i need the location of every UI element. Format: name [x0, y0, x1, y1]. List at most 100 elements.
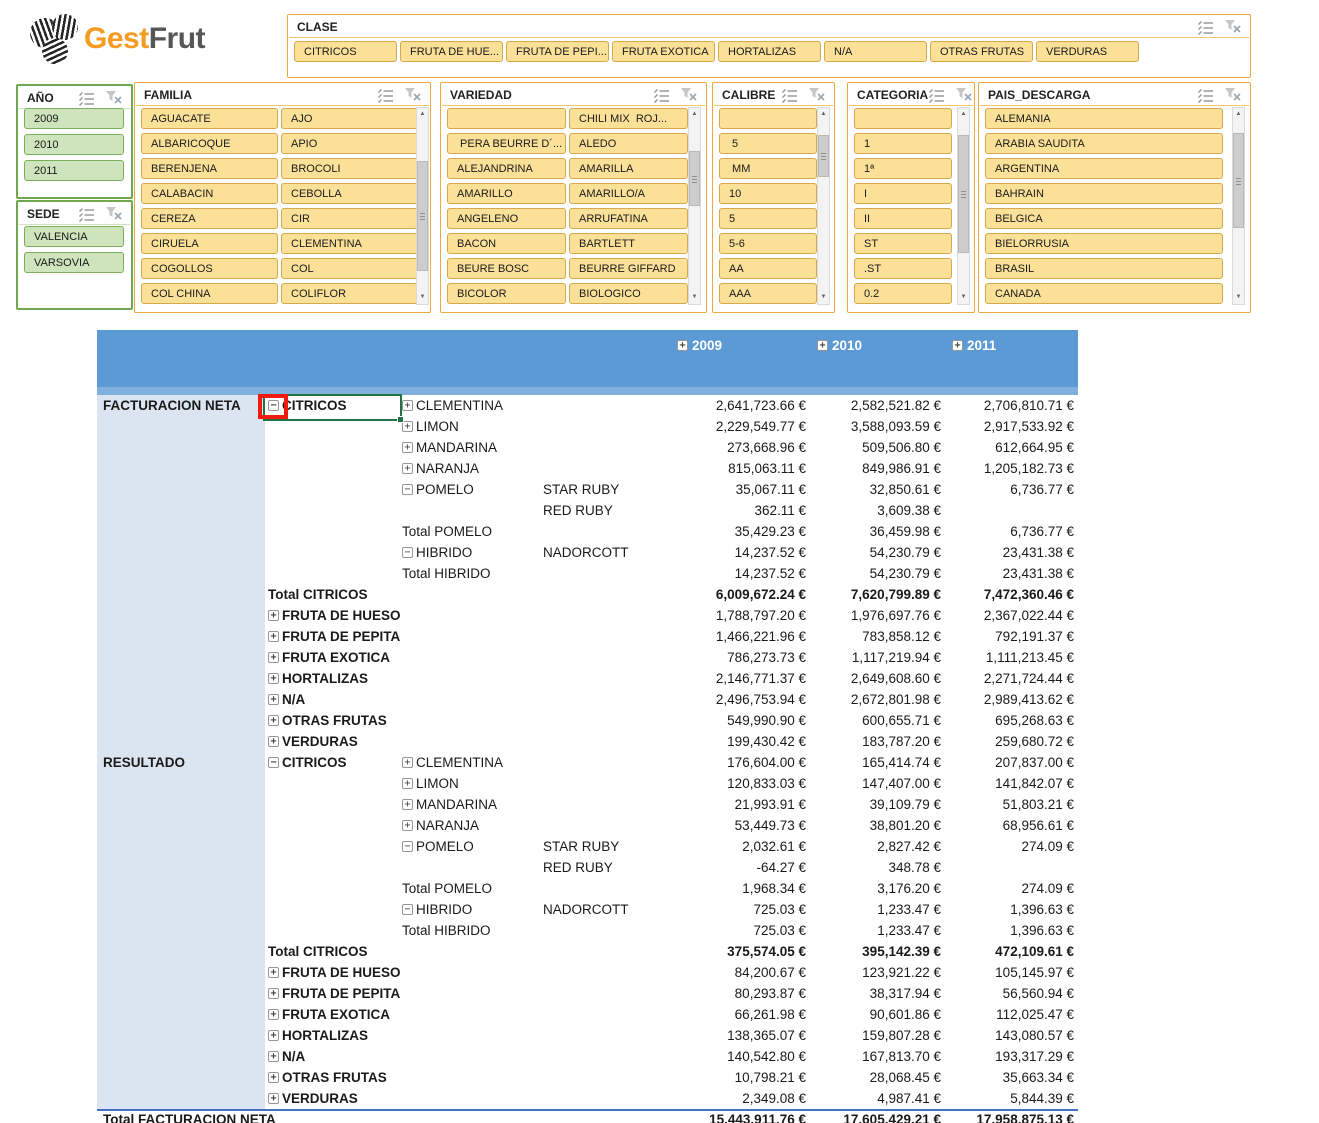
slicer-item-variedad[interactable]: BEURE BOSC	[447, 258, 566, 279]
scrollbar-thumb[interactable]	[417, 161, 428, 271]
slicer-item-pais_descarga[interactable]: CANADA	[985, 283, 1223, 304]
slicer-item-variedad[interactable]: ALEJANDRINA	[447, 158, 566, 179]
slicer-item-variedad[interactable]: CHILI MIX ROJ...	[569, 108, 688, 129]
slicer-item-calibre[interactable]: MM	[719, 158, 817, 179]
slicer-item-categoria[interactable]	[854, 108, 952, 129]
slicer-item-familia[interactable]: COL	[281, 258, 418, 279]
plus-box-icon[interactable]: +	[402, 757, 413, 768]
clear-filter-icon[interactable]	[681, 88, 697, 102]
slicer-item-variedad[interactable]: BARTLETT	[569, 233, 688, 254]
slicer-item-familia[interactable]: BERENJENA	[141, 158, 278, 179]
plus-box-icon[interactable]: +	[268, 610, 279, 621]
plus-box-icon[interactable]: +	[402, 799, 413, 810]
multi-select-icon[interactable]	[78, 207, 95, 222]
down-arrow-icon[interactable]: ▼	[689, 291, 700, 304]
multi-select-icon[interactable]	[928, 88, 945, 103]
slicer-scrollbar[interactable]: ▲▼	[688, 107, 701, 305]
multi-select-icon[interactable]	[781, 88, 798, 103]
slicer-item-familia[interactable]: CLEMENTINA	[281, 233, 418, 254]
slicer-item-clase[interactable]: CITRICOS	[294, 41, 397, 62]
slicer-item-categoria[interactable]: I	[854, 183, 952, 204]
slicer-item-familia[interactable]: AJO	[281, 108, 418, 129]
clear-filter-icon[interactable]	[809, 88, 825, 102]
slicer-item-categoria[interactable]: 1	[854, 133, 952, 154]
slicer-item-familia[interactable]: COGOLLOS	[141, 258, 278, 279]
down-arrow-icon[interactable]: ▼	[818, 291, 829, 304]
plus-box-icon[interactable]: +	[952, 340, 963, 351]
clear-filter-icon[interactable]	[1225, 88, 1241, 102]
slicer-item-clase[interactable]: HORTALIZAS	[718, 41, 821, 62]
slicer-item-ano[interactable]: 2010	[24, 134, 124, 155]
slicer-item-pais_descarga[interactable]: ALEMANIA	[985, 108, 1223, 129]
minus-box-icon[interactable]: −	[268, 757, 279, 768]
plus-box-icon[interactable]: +	[268, 715, 279, 726]
slicer-item-pais_descarga[interactable]: ARGENTINA	[985, 158, 1223, 179]
slicer-item-familia[interactable]: COLIFLOR	[281, 283, 418, 304]
plus-box-icon[interactable]: +	[402, 400, 413, 411]
slicer-item-familia[interactable]: AGUACATE	[141, 108, 278, 129]
plus-box-icon[interactable]: +	[268, 736, 279, 747]
slicer-item-categoria[interactable]: .ST	[854, 258, 952, 279]
slicer-item-variedad[interactable]: BEURRE GIFFARD	[569, 258, 688, 279]
plus-box-icon[interactable]: +	[402, 778, 413, 789]
slicer-item-calibre[interactable]: 5	[719, 133, 817, 154]
slicer-item-sede[interactable]: VARSOVIA	[24, 252, 124, 273]
slicer-item-clase[interactable]: FRUTA DE HUE...	[400, 41, 503, 62]
slicer-item-calibre[interactable]: AA	[719, 258, 817, 279]
scrollbar-thumb[interactable]	[689, 151, 700, 206]
slicer-item-familia[interactable]: BROCOLI	[281, 158, 418, 179]
slicer-item-variedad[interactable]: BIOLOGICO	[569, 283, 688, 304]
slicer-item-familia[interactable]: COL CHINA	[141, 283, 278, 304]
slicer-item-clase[interactable]: VERDURAS	[1036, 41, 1139, 62]
up-arrow-icon[interactable]: ▲	[1233, 108, 1244, 121]
slicer-item-variedad[interactable]: ANGELENO	[447, 208, 566, 229]
slicer-item-ano[interactable]: 2009	[24, 108, 124, 129]
slicer-item-sede[interactable]: VALENCIA	[24, 226, 124, 247]
plus-box-icon[interactable]: +	[268, 1072, 279, 1083]
plus-box-icon[interactable]: +	[268, 673, 279, 684]
plus-box-icon[interactable]: +	[677, 340, 688, 351]
multi-select-icon[interactable]	[1197, 88, 1214, 103]
slicer-item-pais_descarga[interactable]: BELGICA	[985, 208, 1223, 229]
multi-select-icon[interactable]	[377, 88, 394, 103]
multi-select-icon[interactable]	[1197, 20, 1214, 35]
plus-box-icon[interactable]: +	[268, 967, 279, 978]
slicer-item-calibre[interactable]: 5-6	[719, 233, 817, 254]
slicer-item-variedad[interactable]	[447, 108, 566, 129]
clear-filter-icon[interactable]	[956, 88, 972, 102]
clear-filter-icon[interactable]	[1225, 20, 1241, 34]
slicer-scrollbar[interactable]: ▲▼	[416, 107, 429, 305]
slicer-item-familia[interactable]: CIRUELA	[141, 233, 278, 254]
plus-box-icon[interactable]: +	[268, 1009, 279, 1020]
up-arrow-icon[interactable]: ▲	[818, 108, 829, 121]
slicer-item-familia[interactable]: CALABACIN	[141, 183, 278, 204]
multi-select-icon[interactable]	[653, 88, 670, 103]
slicer-item-variedad[interactable]: PERA BEURRE D´...	[447, 133, 566, 154]
down-arrow-icon[interactable]: ▼	[1233, 291, 1244, 304]
scrollbar-thumb[interactable]	[958, 135, 969, 253]
slicer-item-variedad[interactable]: AMARILLO/A	[569, 183, 688, 204]
clear-filter-icon[interactable]	[405, 88, 421, 102]
scrollbar-thumb[interactable]	[818, 135, 829, 177]
up-arrow-icon[interactable]: ▲	[958, 108, 969, 121]
down-arrow-icon[interactable]: ▼	[417, 291, 428, 304]
slicer-item-clase[interactable]: FRUTA EXOTICA	[612, 41, 715, 62]
minus-box-icon[interactable]: −	[402, 547, 413, 558]
up-arrow-icon[interactable]: ▲	[689, 108, 700, 121]
up-arrow-icon[interactable]: ▲	[417, 108, 428, 121]
slicer-item-pais_descarga[interactable]: BRASIL	[985, 258, 1223, 279]
slicer-item-clase[interactable]: FRUTA DE PEPI...	[506, 41, 609, 62]
slicer-item-variedad[interactable]: ALEDO	[569, 133, 688, 154]
plus-box-icon[interactable]: +	[402, 463, 413, 474]
plus-box-icon[interactable]: +	[268, 988, 279, 999]
slicer-item-categoria[interactable]: II	[854, 208, 952, 229]
minus-box-icon[interactable]: −	[402, 841, 413, 852]
slicer-item-variedad[interactable]: ARRUFATINA	[569, 208, 688, 229]
slicer-item-variedad[interactable]: BICOLOR	[447, 283, 566, 304]
minus-box-icon[interactable]: −	[402, 904, 413, 915]
slicer-item-calibre[interactable]	[719, 108, 817, 129]
slicer-item-categoria[interactable]: ST	[854, 233, 952, 254]
slicer-item-variedad[interactable]: BACON	[447, 233, 566, 254]
slicer-item-familia[interactable]: ALBARICOQUE	[141, 133, 278, 154]
clear-filter-icon[interactable]	[106, 207, 122, 221]
